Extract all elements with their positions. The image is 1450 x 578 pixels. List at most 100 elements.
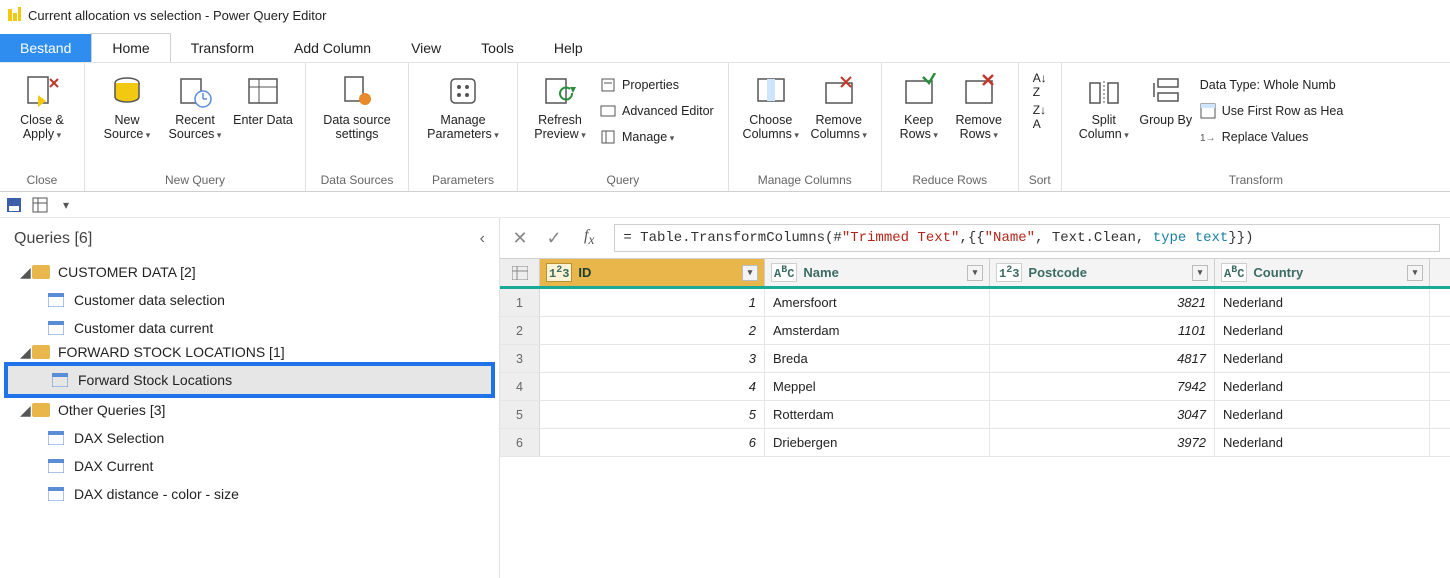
- sort-desc-button[interactable]: Z↓A: [1027, 105, 1052, 129]
- row-number[interactable]: 5: [500, 401, 540, 428]
- tab-file[interactable]: Bestand: [0, 34, 91, 62]
- properties-button[interactable]: Properties: [594, 73, 720, 97]
- row-number[interactable]: 1: [500, 289, 540, 316]
- tab-home[interactable]: Home: [91, 33, 170, 62]
- cell-id[interactable]: 2: [540, 317, 765, 344]
- advanced-editor-button[interactable]: Advanced Editor: [594, 99, 720, 123]
- group-caption-reducerows: Reduce Rows: [882, 171, 1018, 191]
- query-forward-stock-locations[interactable]: Forward Stock Locations: [8, 366, 491, 394]
- cell-postcode[interactable]: 3821: [990, 289, 1215, 316]
- column-label: ID: [578, 265, 591, 280]
- tab-tools[interactable]: Tools: [461, 34, 534, 62]
- cell-id[interactable]: 6: [540, 429, 765, 456]
- cell-name[interactable]: Breda: [765, 345, 990, 372]
- table-row[interactable]: 33Breda4817Nederland: [500, 345, 1450, 373]
- cell-postcode[interactable]: 1101: [990, 317, 1215, 344]
- tab-add-column[interactable]: Add Column: [274, 34, 391, 62]
- sort-asc-button[interactable]: A↓Z: [1027, 73, 1053, 97]
- query-label: DAX Current: [74, 458, 153, 474]
- row-number[interactable]: 4: [500, 373, 540, 400]
- choose-columns-button[interactable]: Choose Columns: [737, 69, 805, 161]
- folder-forward-stock[interactable]: ◢ FORWARD STOCK LOCATIONS [1]: [0, 342, 499, 362]
- keep-rows-button[interactable]: Keep Rows: [890, 69, 948, 161]
- tab-transform[interactable]: Transform: [171, 34, 274, 62]
- cell-country[interactable]: Nederland: [1215, 289, 1430, 316]
- query-customer-data-current[interactable]: Customer data current: [0, 314, 499, 342]
- folder-other-queries[interactable]: ◢ Other Queries [3]: [0, 396, 499, 424]
- grid-corner-button[interactable]: [500, 259, 540, 286]
- formula-text: }}): [1228, 230, 1253, 246]
- column-filter-button[interactable]: ▾: [1407, 265, 1423, 281]
- row-number[interactable]: 2: [500, 317, 540, 344]
- cell-postcode[interactable]: 3972: [990, 429, 1215, 456]
- cell-id[interactable]: 4: [540, 373, 765, 400]
- ribbon: Close & Apply Close New Source Recent So…: [0, 62, 1450, 192]
- new-source-button[interactable]: New Source: [93, 69, 161, 161]
- cell-id[interactable]: 1: [540, 289, 765, 316]
- first-row-headers-button[interactable]: Use First Row as Hea: [1194, 99, 1350, 123]
- cell-name[interactable]: Driebergen: [765, 429, 990, 456]
- refresh-preview-button[interactable]: Refresh Preview: [526, 69, 594, 161]
- manage-button[interactable]: Manage: [594, 125, 720, 149]
- table-view-icon[interactable]: [32, 197, 48, 213]
- group-by-button[interactable]: Group By: [1138, 69, 1194, 161]
- cell-id[interactable]: 3: [540, 345, 765, 372]
- tab-help[interactable]: Help: [534, 34, 603, 62]
- column-header-name[interactable]: ABC Name ▾: [765, 259, 990, 286]
- column-filter-button[interactable]: ▾: [967, 265, 983, 281]
- row-number[interactable]: 3: [500, 345, 540, 372]
- save-icon[interactable]: [6, 197, 22, 213]
- enter-data-button[interactable]: Enter Data: [229, 69, 297, 161]
- column-filter-button[interactable]: ▾: [742, 265, 758, 281]
- folder-label: CUSTOMER DATA [2]: [58, 264, 196, 280]
- manage-parameters-button[interactable]: Manage Parameters: [417, 69, 509, 161]
- cell-name[interactable]: Amsterdam: [765, 317, 990, 344]
- cell-id[interactable]: 5: [540, 401, 765, 428]
- cell-country[interactable]: Nederland: [1215, 373, 1430, 400]
- column-header-postcode[interactable]: 123 Postcode ▾: [990, 259, 1215, 286]
- row-number[interactable]: 6: [500, 429, 540, 456]
- recent-sources-icon: [177, 73, 213, 109]
- remove-columns-button[interactable]: Remove Columns: [805, 69, 873, 161]
- cell-name[interactable]: Meppel: [765, 373, 990, 400]
- formula-input[interactable]: = Table.TransformColumns(#"Trimmed Text"…: [614, 224, 1440, 252]
- group-by-icon: [1148, 73, 1184, 109]
- cell-country[interactable]: Nederland: [1215, 401, 1430, 428]
- column-header-country[interactable]: ABC Country ▾: [1215, 259, 1430, 286]
- cancel-formula-button[interactable]: ✕: [510, 228, 530, 249]
- column-header-id[interactable]: 123 ID ▾: [540, 259, 765, 286]
- qat-overflow-icon[interactable]: ▾: [58, 197, 74, 213]
- close-apply-button[interactable]: Close & Apply: [8, 69, 76, 161]
- cell-postcode[interactable]: 7942: [990, 373, 1215, 400]
- query-customer-data-selection[interactable]: Customer data selection: [0, 286, 499, 314]
- table-row[interactable]: 55Rotterdam3047Nederland: [500, 401, 1450, 429]
- column-filter-button[interactable]: ▾: [1192, 265, 1208, 281]
- cell-name[interactable]: Rotterdam: [765, 401, 990, 428]
- table-row[interactable]: 11Amersfoort3821Nederland: [500, 289, 1450, 317]
- cell-country[interactable]: Nederland: [1215, 317, 1430, 344]
- split-column-button[interactable]: Split Column: [1070, 69, 1138, 161]
- properties-label: Properties: [622, 78, 679, 92]
- query-dax-distance[interactable]: DAX distance - color - size: [0, 480, 499, 508]
- cell-postcode[interactable]: 4817: [990, 345, 1215, 372]
- table-row[interactable]: 22Amsterdam1101Nederland: [500, 317, 1450, 345]
- sort-desc-icon: Z↓A: [1033, 103, 1046, 131]
- table-icon: [48, 321, 64, 335]
- collapse-panel-button[interactable]: ‹: [480, 230, 485, 248]
- cell-postcode[interactable]: 3047: [990, 401, 1215, 428]
- remove-rows-button[interactable]: Remove Rows: [948, 69, 1010, 161]
- cell-name[interactable]: Amersfoort: [765, 289, 990, 316]
- data-source-settings-button[interactable]: Data source settings: [314, 69, 400, 161]
- table-row[interactable]: 66Driebergen3972Nederland: [500, 429, 1450, 457]
- table-row[interactable]: 44Meppel7942Nederland: [500, 373, 1450, 401]
- query-dax-current[interactable]: DAX Current: [0, 452, 499, 480]
- tab-view[interactable]: View: [391, 34, 461, 62]
- query-dax-selection[interactable]: DAX Selection: [0, 424, 499, 452]
- replace-values-button[interactable]: 1→2 Replace Values: [1194, 125, 1350, 149]
- confirm-formula-button[interactable]: ✓: [544, 228, 564, 249]
- recent-sources-button[interactable]: Recent Sources: [161, 69, 229, 161]
- cell-country[interactable]: Nederland: [1215, 345, 1430, 372]
- cell-country[interactable]: Nederland: [1215, 429, 1430, 456]
- folder-customer-data[interactable]: ◢ CUSTOMER DATA [2]: [0, 258, 499, 286]
- data-type-button[interactable]: Data Type: Whole Numb: [1194, 73, 1350, 97]
